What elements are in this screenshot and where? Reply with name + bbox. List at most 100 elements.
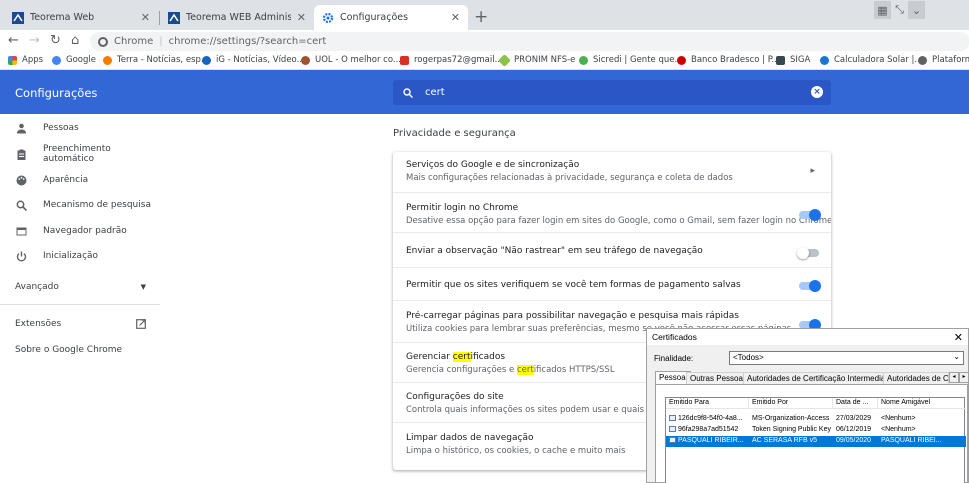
purpose-label: Finalidade: xyxy=(654,354,694,363)
sidebar-item-label: Navegador padrão xyxy=(43,226,127,236)
bookmark-terra[interactable]: Terra - Notícias, esp... xyxy=(103,55,209,65)
chevron-down-icon[interactable]: ⌄ xyxy=(908,1,925,19)
bookmark-label: Terra - Notícias, esp... xyxy=(117,55,209,65)
title-suffix: ificados xyxy=(470,352,506,362)
close-tab-icon[interactable]: ✕ xyxy=(451,11,460,24)
bookmark-uol[interactable]: UOL - O melhor co... xyxy=(301,55,401,65)
bookmark-label: rogerpas72@gmail.... xyxy=(414,55,506,65)
sidebar-about[interactable]: Sobre o Google Chrome xyxy=(0,339,160,361)
column-header-emitido-por[interactable]: Emitido Por xyxy=(749,398,833,408)
row-subtitle: Desative essa opção para fazer login em … xyxy=(406,216,831,226)
forward-arrow-icon[interactable]: → xyxy=(29,33,40,48)
search-highlight: cert xyxy=(516,365,534,375)
tab-teorema-web[interactable]: Teorema Web ✕ xyxy=(4,5,158,30)
sicredi-icon xyxy=(579,55,588,65)
bookmark-ig[interactable]: iG - Notícias, Vídeo... xyxy=(202,55,305,65)
plus-icon: + xyxy=(474,7,489,27)
settings-gear-icon xyxy=(322,12,334,23)
row-title: Pré-carregar páginas para possibilitar n… xyxy=(406,311,739,321)
bookmark-plataforma[interactable]: Plataforma xyxy=(918,55,969,65)
certificate-list[interactable]: Emitido Para Emitido Por Data de ... Nom… xyxy=(665,397,966,483)
reload-icon[interactable]: ↻ xyxy=(50,33,61,48)
bookmark-bradesco[interactable]: Banco Bradesco | P... xyxy=(677,55,780,65)
bookmark-label: Plataforma xyxy=(932,55,969,65)
close-tab-icon[interactable]: ✕ xyxy=(297,11,306,24)
cell-text: 126dc9f8-54f0-4a8... xyxy=(678,415,743,422)
column-header-nome-amigavel[interactable]: Nome Amigável xyxy=(878,398,948,408)
cell-nome-amigavel: <Nenhum> xyxy=(881,426,916,433)
sidebar-item-aparencia[interactable]: Aparência xyxy=(0,169,160,191)
terra-icon xyxy=(103,55,112,65)
new-tab-button[interactable]: + xyxy=(474,7,488,27)
column-header-data[interactable]: Data de ... xyxy=(833,398,878,408)
section-title: Privacidade e segurança xyxy=(393,128,516,139)
sidebar-item-mecanismo[interactable]: Mecanismo de pesquisa xyxy=(0,194,160,216)
about-label: Sobre o Google Chrome xyxy=(15,345,123,355)
home-icon[interactable]: ⌂ xyxy=(71,33,79,48)
toggle-formas-pagamento[interactable] xyxy=(799,280,821,292)
toggle-permitir-login[interactable] xyxy=(799,209,821,221)
address-separator: | xyxy=(159,36,163,47)
settings-header: Configurações cert × xyxy=(0,70,969,114)
certificate-row[interactable]: 126dc9f8-54f0-4a8... MS-Organization-Acc… xyxy=(666,414,966,425)
column-header-emitido-para[interactable]: Emitido Para xyxy=(666,398,749,408)
row-formas-pagamento[interactable]: Permitir que os sites verifiquem se você… xyxy=(393,267,831,300)
sidebar-item-pessoas[interactable]: Pessoas xyxy=(0,117,160,139)
bookmark-label: PRONIM NFS-e xyxy=(514,55,576,65)
back-arrow-icon[interactable]: ← xyxy=(8,33,19,48)
bookmark-google[interactable]: Google xyxy=(52,55,96,65)
advanced-label: Avançado xyxy=(15,282,59,292)
sidebar-extensions[interactable]: Extensões xyxy=(0,313,160,335)
tab-configuracoes[interactable]: Configurações ✕ xyxy=(314,5,468,30)
address-bar[interactable]: Chrome | chrome://settings/?search=cert xyxy=(90,32,969,51)
tab-scroll: ◂ ▸ xyxy=(949,372,969,383)
scroll-right-icon[interactable]: ▸ xyxy=(959,372,969,383)
toggle-knob xyxy=(797,247,809,259)
bookmark-gmail[interactable]: rogerpas72@gmail.... xyxy=(400,55,505,65)
extensions-label: Extensões xyxy=(15,319,62,329)
window-controls: ▦ ⤡ ⌄ xyxy=(874,0,925,20)
caret-down-icon: ▼ xyxy=(140,283,146,291)
close-tab-icon[interactable]: ✕ xyxy=(141,11,150,24)
settings-search-input[interactable]: cert × xyxy=(393,80,831,105)
tab-teorema-admin[interactable]: Teorema WEB Administrador ✕ xyxy=(160,5,314,30)
dropdown-arrow-icon: ⌄ xyxy=(953,352,960,361)
row-google-services[interactable]: Serviços do Google e de sincronização Ma… xyxy=(393,152,831,192)
bookmark-sicredi[interactable]: Sicredi | Gente que... xyxy=(579,55,683,65)
tab-label: Teorema Web xyxy=(30,12,95,23)
clear-search-icon[interactable]: × xyxy=(811,86,823,98)
toggle-nao-rastrear[interactable] xyxy=(797,247,819,259)
cell-nome-amigavel: PASQUALI RIBEI... xyxy=(881,437,942,444)
cell-text: 96fa298a7ad51542 xyxy=(678,426,739,433)
url-text: chrome://settings/?search=cert xyxy=(168,36,327,47)
cell-text: PASQUALI RIBEIR... xyxy=(678,437,744,444)
row-subtitle: Mais configurações relacionadas à privac… xyxy=(406,173,733,183)
title-prefix: Gerenciar xyxy=(406,352,453,362)
sidebar-item-preenchimento[interactable]: Preenchimento automático xyxy=(0,143,160,165)
scroll-left-icon[interactable]: ◂ xyxy=(949,372,959,383)
row-permitir-login[interactable]: Permitir login no Chrome Desative essa o… xyxy=(393,192,831,232)
row-nao-rastrear[interactable]: Enviar a observação "Não rastrear" em se… xyxy=(393,232,831,267)
sidebar-item-label: Inicialização xyxy=(43,251,99,261)
bookmark-label: iG - Notícias, Vídeo... xyxy=(216,55,305,65)
expand-icon[interactable]: ⤡ xyxy=(891,1,908,19)
sidebar-item-inicializacao[interactable]: Inicialização xyxy=(0,245,160,267)
cell-emitido-para: 96fa298a7ad51542 xyxy=(666,425,749,436)
bookmark-calculadora[interactable]: Calculadora Solar |... xyxy=(820,55,922,65)
bookmark-label: SIGA xyxy=(790,55,811,65)
bookmark-pronim[interactable]: PRONIM NFS-e xyxy=(498,53,576,67)
search-icon xyxy=(403,87,413,98)
sidebar-item-navegador[interactable]: Navegador padrão xyxy=(0,220,160,242)
certificate-row[interactable]: 96fa298a7ad51542 Token Signing Public Ke… xyxy=(666,425,966,436)
cell-emitido-por: AC SERASA RFB v5 xyxy=(752,437,817,444)
bookmark-label: Sicredi | Gente que... xyxy=(593,55,683,65)
sidebar-advanced[interactable]: Avançado ▼ xyxy=(0,276,160,298)
bookmark-siga[interactable]: SIGA xyxy=(776,55,810,65)
bookmark-apps[interactable]: Apps xyxy=(8,55,43,65)
subtitle-prefix: Gerencia configurações e xyxy=(406,365,517,375)
bookmark-label: Banco Bradesco | P... xyxy=(691,55,780,65)
grid-icon[interactable]: ▦ xyxy=(874,1,891,19)
certificate-row-selected[interactable]: PASQUALI RIBEIR... AC SERASA RFB v5 09/0… xyxy=(666,436,966,447)
purpose-select[interactable]: <Todos> ⌄ xyxy=(729,351,964,365)
close-icon[interactable]: ✕ xyxy=(954,331,963,344)
